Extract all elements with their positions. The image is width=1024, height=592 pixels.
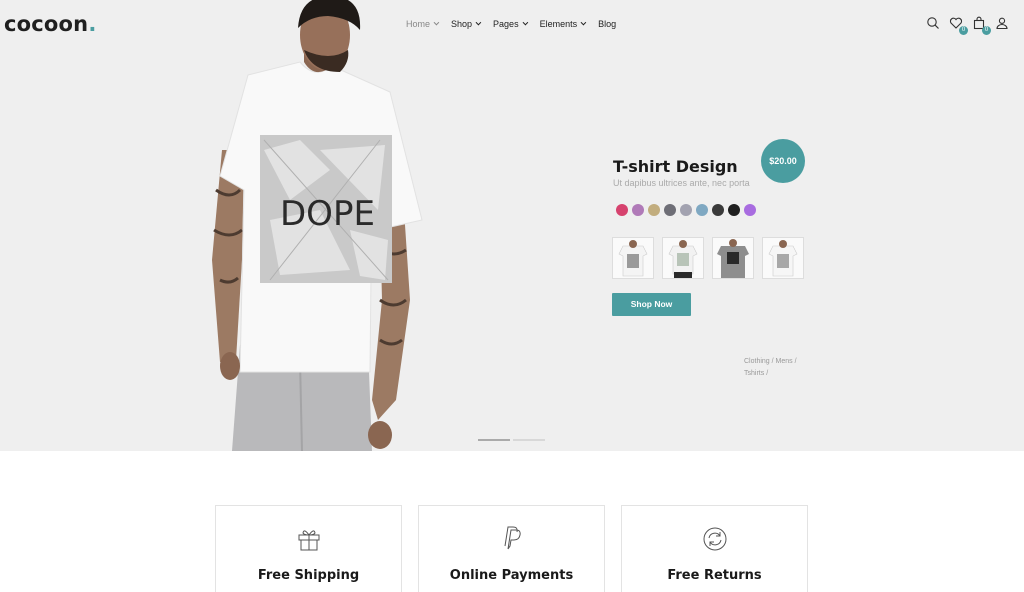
feature-title: Free Returns	[667, 568, 762, 583]
slide-dot[interactable]	[513, 439, 545, 441]
color-swatch[interactable]	[648, 204, 660, 216]
shop-now-button[interactable]: Shop Now	[612, 293, 691, 316]
breadcrumb-sep: /	[794, 358, 797, 365]
features-section: Free Shipping Online Payments Free Retur…	[215, 505, 824, 592]
price-badge: $20.00	[761, 139, 805, 183]
category-breadcrumb: Clothing / Mens / Tshirts /	[744, 356, 808, 380]
slider-pagination	[478, 439, 548, 441]
wishlist-count-badge: 0	[959, 26, 968, 35]
color-swatch[interactable]	[712, 204, 724, 216]
breadcrumb-sep: /	[766, 370, 769, 377]
color-swatch[interactable]	[664, 204, 676, 216]
site-logo[interactable]: cocoon.	[4, 12, 97, 36]
nav-item-blog[interactable]: Blog	[598, 19, 616, 29]
user-icon[interactable]	[995, 16, 1009, 30]
product-thumbnail[interactable]	[712, 237, 754, 279]
cart-count-badge: 0	[982, 26, 991, 35]
feature-card-payments: Online Payments	[418, 505, 605, 592]
breadcrumb-tshirts[interactable]: Tshirts	[744, 370, 764, 377]
product-thumbnail[interactable]	[612, 237, 654, 279]
product-thumbnails	[612, 237, 812, 279]
paypal-icon	[499, 526, 525, 552]
feature-title: Online Payments	[449, 568, 574, 583]
chevron-down-icon	[522, 19, 528, 26]
breadcrumb-mens[interactable]: Mens	[776, 358, 793, 365]
color-swatch[interactable]	[616, 204, 628, 216]
logo-text: cocoon	[4, 12, 89, 36]
product-title: T-shirt Design	[613, 157, 738, 176]
color-swatch[interactable]	[728, 204, 740, 216]
feature-card-shipping: Free Shipping	[215, 505, 402, 592]
breadcrumb-clothing[interactable]: Clothing	[744, 358, 770, 365]
header-icons: 0 0	[926, 16, 1018, 35]
product-thumbnail[interactable]	[762, 237, 804, 279]
color-swatches	[616, 204, 760, 216]
product-subtitle: Ut dapibus ultrices ante, nec porta	[613, 178, 750, 188]
shirt-print-text: DOPE	[280, 194, 375, 234]
gift-icon	[296, 526, 322, 552]
hero-slider: cocoon. Home Shop Pages Elements Blog 0 …	[0, 0, 1024, 451]
slide-dot-active[interactable]	[478, 439, 510, 441]
nav-item-pages[interactable]: Pages	[493, 19, 528, 29]
color-swatch[interactable]	[632, 204, 644, 216]
nav-label: Elements	[539, 19, 578, 29]
logo-dot: .	[88, 12, 97, 36]
hero-model-image: DOPE	[200, 0, 440, 451]
chevron-down-icon	[580, 19, 587, 26]
nav-label: Blog	[598, 19, 617, 29]
color-swatch[interactable]	[744, 204, 756, 216]
bag-icon[interactable]: 0	[972, 16, 991, 35]
color-swatch[interactable]	[680, 204, 692, 216]
color-swatch[interactable]	[696, 204, 708, 216]
nav-item-elements[interactable]: Elements	[539, 19, 587, 29]
nav-label: Pages	[493, 19, 519, 29]
refresh-icon	[702, 526, 728, 552]
chevron-down-icon	[475, 19, 482, 26]
search-icon[interactable]	[926, 16, 940, 30]
feature-title: Free Shipping	[257, 568, 360, 583]
breadcrumb-sep: /	[771, 358, 774, 365]
feature-card-returns: Free Returns	[621, 505, 808, 592]
nav-item-shop[interactable]: Shop	[451, 19, 482, 29]
heart-icon[interactable]: 0	[949, 16, 968, 35]
product-thumbnail[interactable]	[662, 237, 704, 279]
nav-label: Shop	[451, 19, 473, 29]
